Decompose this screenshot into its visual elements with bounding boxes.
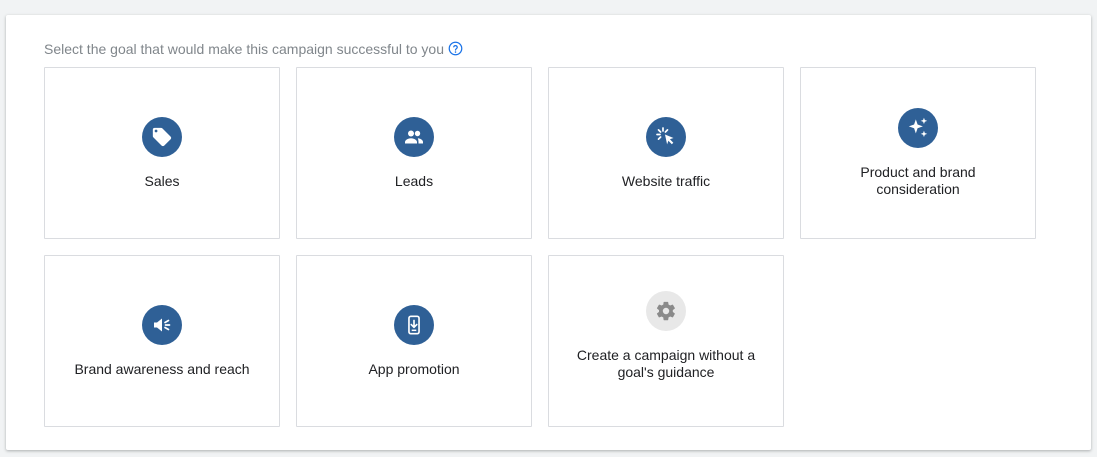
gear-icon bbox=[646, 291, 686, 331]
megaphone-icon bbox=[142, 304, 182, 345]
goal-label: Product and brand consideration bbox=[860, 164, 976, 197]
goal-card-app-promotion[interactable]: App promotion bbox=[296, 255, 532, 427]
goal-card-product-brand-consideration[interactable]: Product and brand consideration bbox=[800, 67, 1036, 239]
goal-label: Website traffic bbox=[621, 172, 711, 189]
goal-label: Sales bbox=[144, 172, 180, 189]
tag-icon bbox=[142, 116, 182, 157]
cursor-click-icon bbox=[646, 116, 686, 157]
goal-card-leads[interactable]: Leads bbox=[296, 67, 532, 239]
goal-prompt-text: Select the goal that would make this cam… bbox=[44, 41, 444, 57]
goal-card-brand-awareness-reach[interactable]: Brand awareness and reach bbox=[44, 255, 280, 427]
goal-card-no-guidance[interactable]: Create a campaign without a goal's guida… bbox=[548, 255, 784, 427]
phone-download-icon bbox=[394, 304, 434, 345]
goal-card-sales[interactable]: Sales bbox=[44, 67, 280, 239]
people-icon bbox=[394, 116, 434, 157]
goal-label: Create a campaign without a goal's guida… bbox=[576, 347, 756, 380]
goal-label: App promotion bbox=[368, 360, 460, 377]
goal-label: Brand awareness and reach bbox=[74, 360, 250, 377]
sparkle-icon bbox=[898, 108, 938, 148]
goal-label: Leads bbox=[394, 172, 434, 189]
goal-card-website-traffic[interactable]: Website traffic bbox=[548, 67, 784, 239]
goal-grid: Sales Leads Website traffic Product and … bbox=[44, 67, 1036, 427]
help-circle-icon[interactable] bbox=[448, 41, 463, 56]
goal-prompt: Select the goal that would make this cam… bbox=[44, 41, 463, 57]
